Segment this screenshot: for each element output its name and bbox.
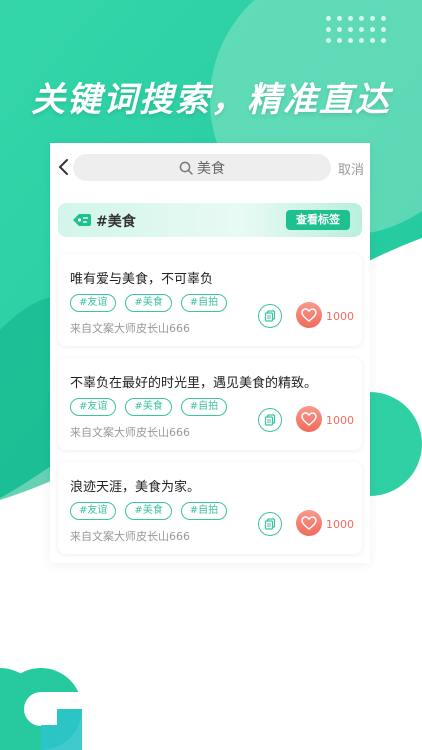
tag-banner: #美食 查看标签 xyxy=(58,203,362,237)
back-arrow-icon[interactable] xyxy=(56,157,72,177)
cancel-button[interactable]: 取消 xyxy=(338,159,364,178)
copy-button[interactable] xyxy=(258,512,282,536)
tag-icon xyxy=(73,214,91,226)
tag-chip[interactable]: #自拍 xyxy=(180,294,228,312)
tag-list: #友谊 #美食 #自拍 xyxy=(70,502,236,520)
quote-text: 浪迹天涯，美食为家。 xyxy=(70,480,201,495)
like-count: 1000 xyxy=(326,310,354,323)
tag-chip[interactable]: #友谊 xyxy=(70,398,117,416)
quote-card[interactable]: 不辜负在最好的时光里，遇见美食的精致。 #友谊 #美食 #自拍 来自文案大师皮长… xyxy=(58,358,362,450)
app-screen: 美食 取消 #美食 查看标签 唯有爱与美食，不可辜负 #友谊 #美食 #自拍 来… xyxy=(50,143,370,563)
brand-logo-icon xyxy=(0,668,82,750)
quote-card[interactable]: 浪迹天涯，美食为家。 #友谊 #美食 #自拍 来自文案大师皮长山666 1000 xyxy=(58,462,362,554)
like-button[interactable] xyxy=(296,406,322,432)
tag-chip[interactable]: #自拍 xyxy=(180,398,228,416)
tag-chip[interactable]: #美食 xyxy=(125,398,172,416)
tag-chip[interactable]: #友谊 xyxy=(70,294,117,312)
quote-card[interactable]: 唯有爱与美食，不可辜负 #友谊 #美食 #自拍 来自文案大师皮长山666 100… xyxy=(58,254,362,346)
copy-button[interactable] xyxy=(258,304,282,328)
like-button[interactable] xyxy=(296,302,322,328)
heart-icon xyxy=(301,516,317,530)
quote-source: 来自文案大师皮长山666 xyxy=(70,530,190,543)
like-button[interactable] xyxy=(296,510,322,536)
tag-chip[interactable]: #自拍 xyxy=(180,502,228,520)
search-query: 美食 xyxy=(197,160,225,177)
quote-text: 唯有爱与美食，不可辜负 xyxy=(70,272,214,287)
search-icon xyxy=(179,161,193,175)
headline: 关键词搜索，精准直达 xyxy=(31,80,391,120)
search-input[interactable]: 美食 xyxy=(73,154,331,181)
like-count: 1000 xyxy=(326,414,354,427)
tag-chip[interactable]: #美食 xyxy=(125,502,172,520)
copy-icon xyxy=(264,310,276,322)
copy-icon xyxy=(264,518,276,530)
quote-source: 来自文案大师皮长山666 xyxy=(70,426,190,439)
heart-icon xyxy=(301,308,317,322)
tag-chip[interactable]: #友谊 xyxy=(70,502,117,520)
view-tag-button[interactable]: 查看标签 xyxy=(286,210,350,230)
copy-icon xyxy=(264,414,276,426)
copy-button[interactable] xyxy=(258,408,282,432)
quote-source: 来自文案大师皮长山666 xyxy=(70,322,190,335)
search-bar: 美食 取消 xyxy=(50,143,370,191)
heart-icon xyxy=(301,412,317,426)
quote-text: 不辜负在最好的时光里，遇见美食的精致。 xyxy=(70,376,318,391)
tag-name: #美食 xyxy=(96,214,136,230)
like-count: 1000 xyxy=(326,518,354,531)
dot-grid-decoration xyxy=(326,16,386,43)
tag-list: #友谊 #美食 #自拍 xyxy=(70,294,236,312)
tag-chip[interactable]: #美食 xyxy=(125,294,172,312)
tag-list: #友谊 #美食 #自拍 xyxy=(70,398,236,416)
